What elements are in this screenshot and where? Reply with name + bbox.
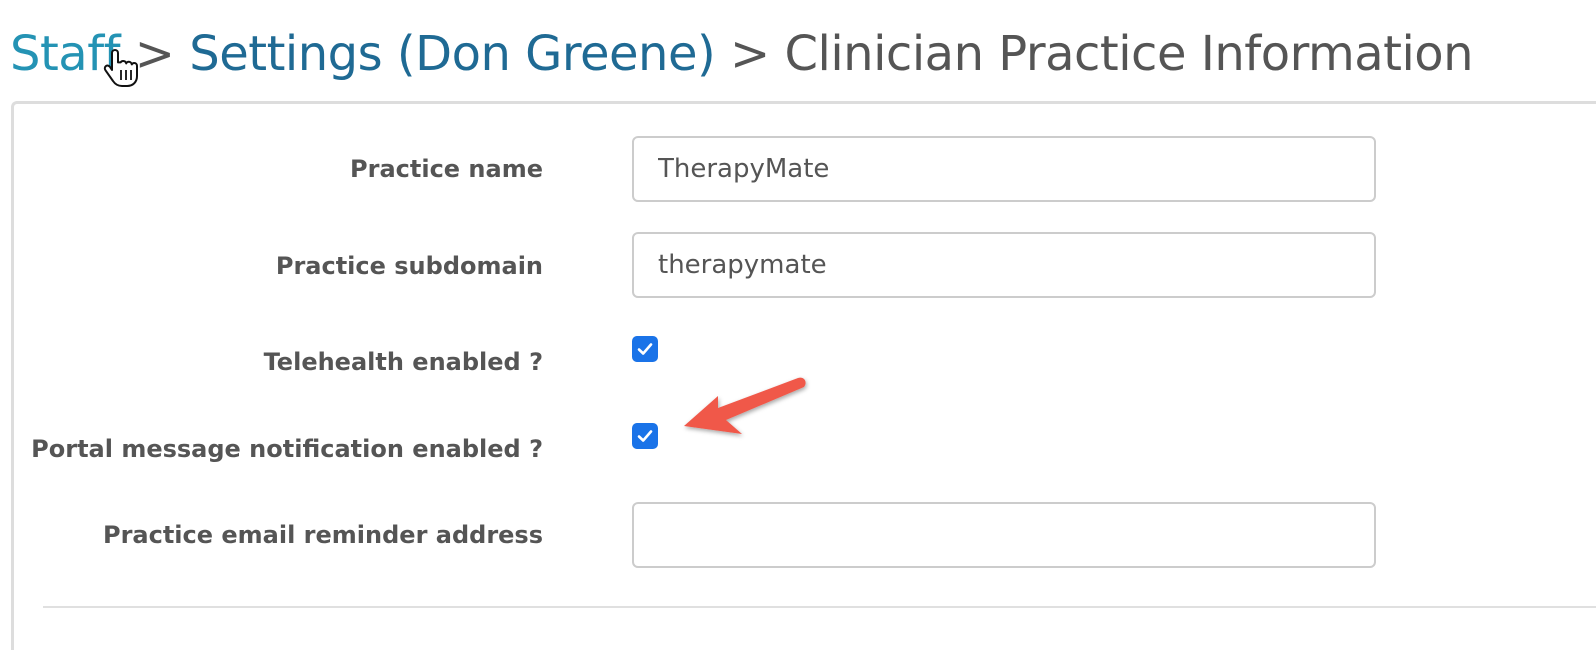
breadcrumb-settings-link[interactable]: Settings (Don Greene) — [189, 26, 715, 82]
practice-name-label: Practice name — [350, 155, 543, 183]
practice-subdomain-input[interactable] — [632, 232, 1376, 298]
telehealth-enabled-label: Telehealth enabled ? — [263, 348, 543, 376]
portal-message-notification-checkbox[interactable] — [632, 423, 658, 449]
checkmark-icon — [637, 343, 653, 355]
telehealth-enabled-checkbox[interactable] — [632, 336, 658, 362]
breadcrumb-separator: > — [730, 26, 770, 82]
portal-message-notification-label: Portal message notification enabled ? — [31, 435, 543, 463]
breadcrumb: Staff > Settings (Don Greene) > Clinicia… — [10, 18, 1474, 90]
practice-email-reminder-label: Practice email reminder address — [102, 521, 543, 549]
practice-name-input[interactable] — [632, 136, 1376, 202]
checkmark-icon — [637, 430, 653, 442]
practice-subdomain-label: Practice subdomain — [275, 252, 543, 280]
practice-email-reminder-input[interactable] — [632, 502, 1376, 568]
page-title: Clinician Practice Information — [784, 26, 1474, 82]
divider — [43, 606, 1596, 608]
breadcrumb-separator: > — [134, 26, 175, 82]
page: Staff > Settings (Don Greene) > Clinicia… — [0, 0, 1596, 650]
breadcrumb-staff-link[interactable]: Staff — [10, 26, 121, 82]
